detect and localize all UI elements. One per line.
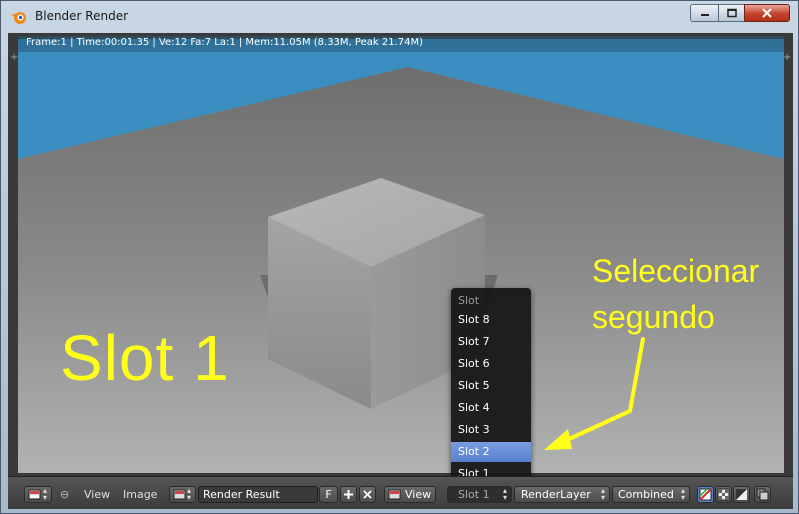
annotation-arrow-icon — [544, 337, 645, 450]
clip-alpha-button[interactable] — [754, 486, 771, 503]
x-icon — [363, 490, 372, 499]
render-pass-dropdown[interactable]: Combined ▴ ▾ — [612, 486, 690, 503]
menu-image[interactable]: Image — [123, 486, 163, 503]
plus-icon — [344, 490, 353, 499]
render-info-text: Frame:1 | Time:00:01.35 | Ve:12 Fa:7 La:… — [26, 37, 423, 48]
title-bar[interactable]: Blender Render — [1, 1, 798, 33]
slot-menu-title: Slot — [458, 294, 480, 307]
browse-image-button[interactable]: ▴ ▾ — [169, 486, 196, 503]
close-icon — [762, 8, 772, 18]
image-view-icon — [388, 489, 401, 500]
slot-dropdown[interactable]: Slot 1 ▴ ▾ — [447, 486, 512, 503]
render-pass-arrows-icon: ▴ ▾ — [680, 486, 685, 502]
slot-menu-item-5[interactable]: Slot 5 — [451, 376, 531, 396]
annotation-instruction-line2: segundo — [592, 299, 715, 335]
slot-menu-item-8[interactable]: Slot 8 — [451, 310, 531, 330]
close-button[interactable] — [744, 4, 790, 22]
draw-zbuffer-button[interactable] — [733, 486, 750, 503]
menu-view[interactable]: View — [84, 486, 118, 503]
editor-type-button[interactable]: ▴ ▾ — [24, 486, 52, 503]
annotation-slot-label: Slot 1 — [60, 322, 230, 394]
view-mode-dropdown[interactable]: View — [384, 486, 436, 503]
minimize-icon — [700, 14, 709, 16]
draw-alpha-button[interactable] — [715, 486, 732, 503]
image-name-field[interactable]: Render Result — [198, 486, 318, 503]
window-title: Blender Render — [35, 9, 129, 23]
maximize-button[interactable] — [718, 4, 745, 22]
render-pass-label: Combined — [618, 488, 674, 501]
slot-menu-item-3[interactable]: Slot 3 — [451, 420, 531, 440]
image-editor: Frame:1 | Time:00:01.35 | Ve:12 Fa:7 La:… — [8, 33, 793, 509]
render-window: Blender Render Frame:1 | Time:00:01.35 |… — [0, 0, 799, 514]
annotation-instruction-line1: Seleccionar — [592, 253, 760, 289]
slot-menu-item-7[interactable]: Slot 7 — [451, 332, 531, 352]
draw-color-button[interactable] — [697, 486, 714, 503]
maximize-icon — [726, 8, 737, 18]
render-info-bar: Frame:1 | Time:00:01.35 | Ve:12 Fa:7 La:… — [18, 36, 784, 52]
zbuffer-icon — [736, 489, 747, 500]
editor-type-arrows-icon: ▴ ▾ — [42, 486, 47, 502]
slot-menu-item-6[interactable]: Slot 6 — [451, 354, 531, 374]
right-region-toggle-icon[interactable]: + — [783, 53, 791, 63]
fake-user-button[interactable]: F — [319, 486, 338, 503]
slot-menu-item-4[interactable]: Slot 4 — [451, 398, 531, 418]
render-layer-dropdown[interactable]: RenderLayer ▴ ▾ — [514, 486, 610, 503]
layers-icon — [756, 488, 769, 501]
color-channels-icon — [699, 488, 712, 501]
unlink-image-button[interactable] — [359, 486, 376, 503]
browse-image-arrows-icon: ▴ ▾ — [186, 486, 191, 502]
slot-dropdown-arrows-icon: ▴ ▾ — [502, 486, 507, 502]
slot-dropdown-label: Slot 1 — [458, 488, 490, 501]
blender-logo-icon — [11, 12, 26, 24]
new-image-button[interactable] — [340, 486, 357, 503]
image-editor-header: ▴ ▾ ⊖ View Image ▴ ▾ Render Result F Vie… — [8, 476, 793, 509]
render-layer-arrows-icon: ▴ ▾ — [600, 486, 605, 502]
slot-dropdown-menu: Slot Slot 8 Slot 7 Slot 6 Slot 5 Slot 4 … — [451, 288, 531, 485]
image-editor-icon — [28, 489, 41, 500]
left-region-toggle-icon[interactable]: + — [10, 53, 18, 63]
image-datablock-icon — [173, 489, 186, 500]
minimize-button[interactable] — [690, 4, 719, 22]
checkerboard-icon — [717, 488, 730, 501]
render-layer-label: RenderLayer — [521, 488, 591, 501]
view-mode-label: View — [405, 488, 432, 501]
collapse-menus-icon[interactable]: ⊖ — [60, 486, 72, 503]
slot-menu-item-2[interactable]: Slot 2 — [451, 442, 531, 462]
